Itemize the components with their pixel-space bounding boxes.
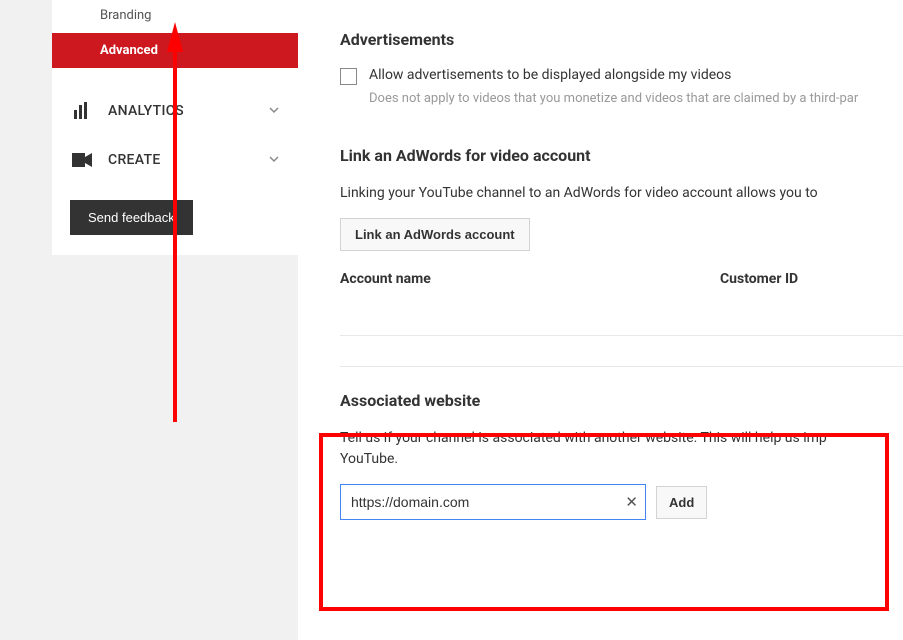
analytics-icon [70, 102, 94, 120]
create-label: CREATE [108, 152, 268, 168]
send-feedback-button[interactable]: Send feedback [70, 200, 193, 235]
clear-input-icon[interactable]: ✕ [625, 493, 638, 511]
allow-ads-checkbox[interactable] [340, 68, 357, 85]
associated-website-desc: Tell us if your channel is associated wi… [340, 428, 883, 470]
adwords-desc: Linking your YouTube channel to an AdWor… [340, 183, 903, 204]
sidebar-panel: Branding Advanced ANALYTICS CREATE [52, 0, 298, 255]
website-url-input-wrap: ✕ [340, 484, 646, 520]
website-url-input[interactable] [340, 484, 646, 520]
adwords-table-header: Account name Customer ID [340, 271, 903, 295]
create-icon [70, 153, 94, 167]
divider [340, 335, 903, 336]
link-adwords-button[interactable]: Link an AdWords account [340, 218, 530, 251]
adwords-section: Link an AdWords for video account Linkin… [340, 146, 903, 336]
ads-hint: Does not apply to videos that you moneti… [369, 91, 903, 106]
advertisements-title: Advertisements [340, 30, 903, 49]
allow-ads-label: Allow advertisements to be displayed alo… [369, 67, 731, 83]
divider [340, 366, 903, 367]
chevron-down-icon [268, 153, 280, 168]
sidebar: Branding Advanced ANALYTICS CREATE [0, 0, 298, 640]
associated-website-title: Associated website [340, 391, 883, 410]
sidebar-section-create[interactable]: CREATE [52, 136, 298, 184]
main-content: Advertisements Allow advertisements to b… [298, 0, 903, 640]
col-customer-id: Customer ID [720, 271, 798, 287]
chevron-down-icon [268, 104, 280, 119]
sidebar-item-branding[interactable]: Branding [52, 0, 298, 33]
associated-website-section: Associated website Tell us if your chann… [340, 391, 903, 520]
sidebar-section-analytics[interactable]: ANALYTICS [52, 86, 298, 136]
advertisements-section: Advertisements Allow advertisements to b… [340, 30, 903, 106]
adwords-title: Link an AdWords for video account [340, 146, 903, 165]
add-website-button[interactable]: Add [656, 486, 707, 519]
analytics-label: ANALYTICS [108, 103, 268, 119]
col-account-name: Account name [340, 271, 720, 287]
sidebar-item-advanced[interactable]: Advanced [52, 33, 298, 68]
